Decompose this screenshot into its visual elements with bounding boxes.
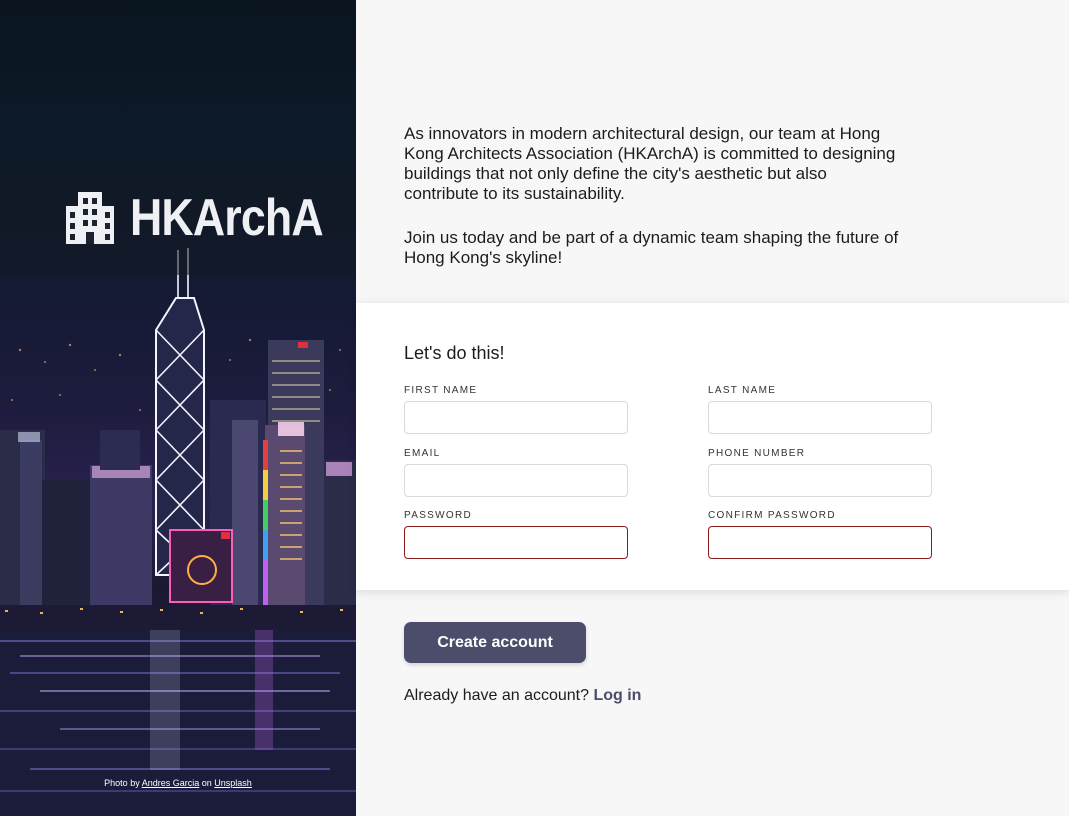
form-title: Let's do this! [404, 343, 505, 363]
login-link[interactable]: Log in [593, 687, 641, 704]
hong-kong-skyline-image [0, 248, 356, 816]
create-account-button[interactable]: Create account [404, 622, 586, 663]
brand-logo: HKArchA [66, 188, 354, 248]
password-input[interactable] [404, 526, 628, 559]
brand-name: HKArchA [130, 189, 324, 247]
login-prompt-text: Already have an account? [404, 687, 590, 704]
last-name-input[interactable] [708, 401, 932, 434]
email-label: EMAIL [404, 448, 441, 459]
last-name-field: LAST NAME [708, 385, 932, 434]
phone-label: PHONE NUMBER [708, 448, 806, 459]
intro-paragraph: As innovators in modern architectural de… [404, 124, 896, 203]
credit-author-link[interactable]: Andres Garcia [142, 778, 200, 788]
phone-field: PHONE NUMBER [708, 448, 932, 497]
intro-text: As innovators in modern architectural de… [404, 124, 904, 268]
photo-credit: Photo by Andres Garcia on Unsplash [0, 778, 356, 788]
credit-site-link[interactable]: Unsplash [214, 778, 252, 788]
hero-image-panel: HKArchA Photo by Andres Garcia on Unspla… [0, 0, 356, 816]
password-label: PASSWORD [404, 510, 472, 521]
intro-paragraph: Join us today and be part of a dynamic t… [404, 228, 899, 267]
confirm-password-label: CONFIRM PASSWORD [708, 510, 836, 521]
building-icon [66, 192, 114, 244]
confirm-password-input[interactable] [708, 526, 932, 559]
password-field: PASSWORD [404, 510, 628, 559]
last-name-label: LAST NAME [708, 385, 777, 396]
first-name-field: FIRST NAME [404, 385, 628, 434]
credit-prefix: Photo by [104, 778, 140, 788]
first-name-input[interactable] [404, 401, 628, 434]
first-name-label: FIRST NAME [404, 385, 478, 396]
signup-form: Let's do this! FIRST NAME LAST NAME EMAI… [356, 303, 1069, 590]
email-input[interactable] [404, 464, 628, 497]
login-prompt: Already have an account? Log in [404, 687, 641, 705]
confirm-password-field: CONFIRM PASSWORD [708, 510, 932, 559]
credit-middle: on [201, 778, 212, 788]
phone-input[interactable] [708, 464, 932, 497]
email-field: EMAIL [404, 448, 628, 497]
